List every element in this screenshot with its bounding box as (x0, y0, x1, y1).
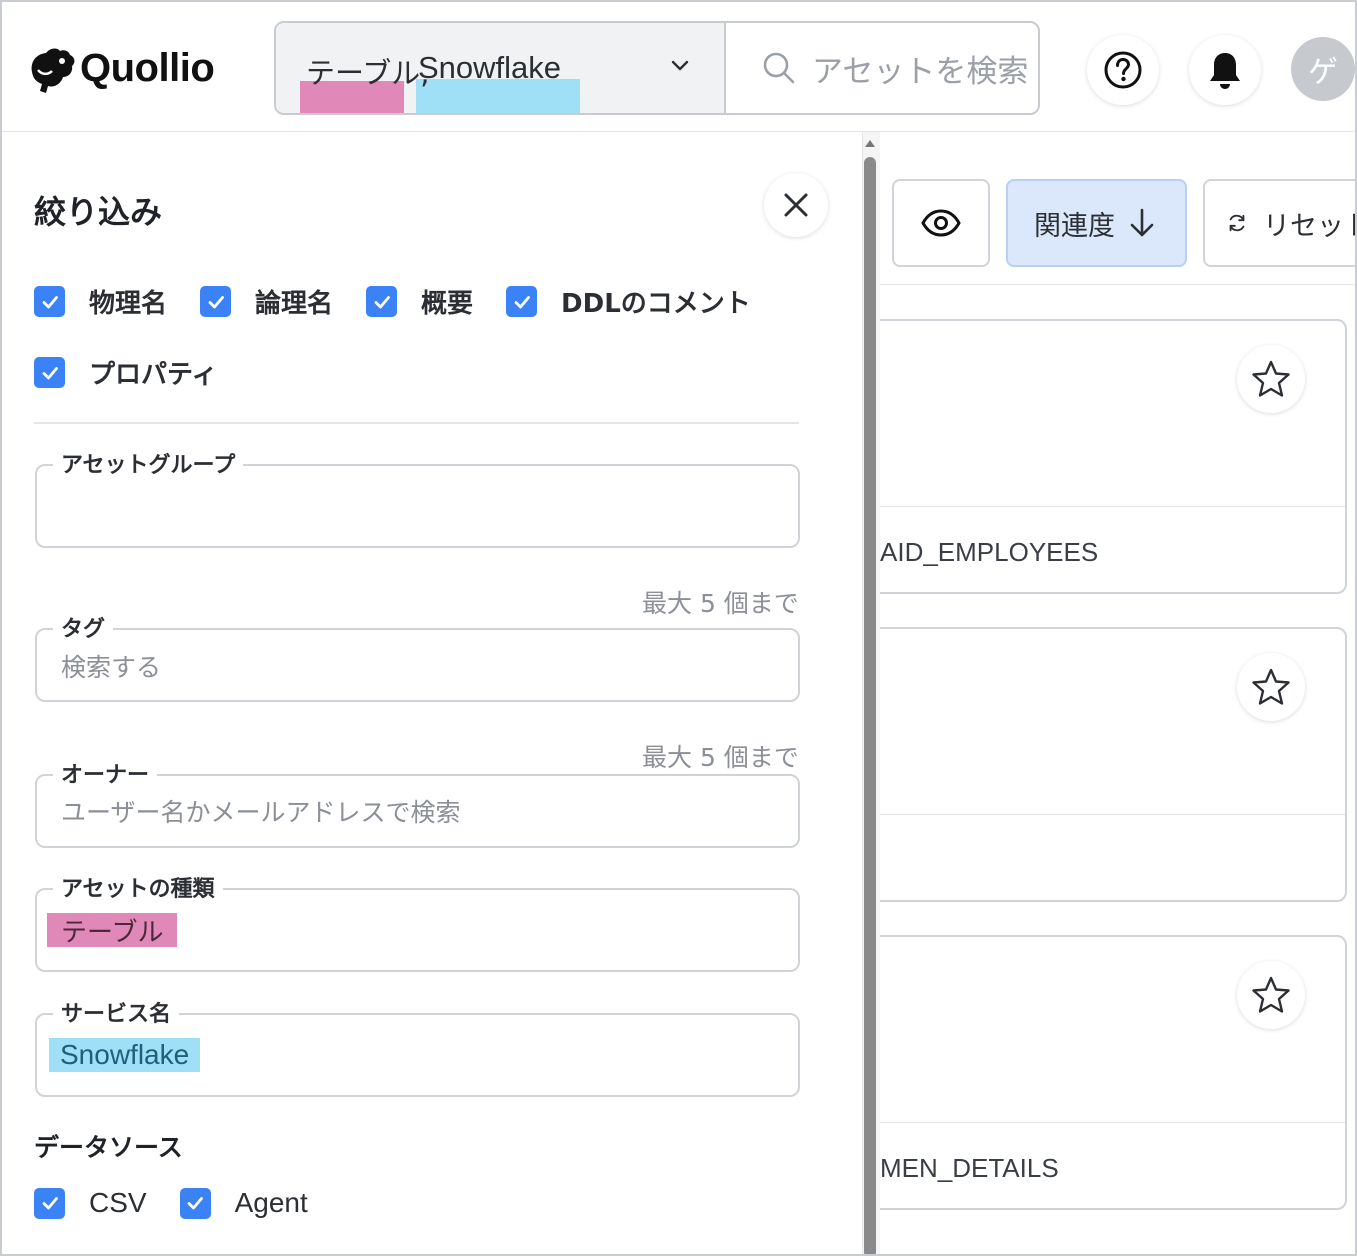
asset-group-field[interactable]: アセットグループ (35, 447, 800, 548)
favorite-button[interactable] (1237, 961, 1305, 1029)
quollio-logo-icon (31, 48, 75, 93)
chevron-down-icon (671, 60, 689, 71)
notification-button[interactable] (1189, 35, 1261, 105)
asset-type-field[interactable]: アセットの種類 テーブル (35, 871, 800, 972)
checkbox-agent[interactable] (179, 1187, 211, 1219)
panel-title: 絞り込み (34, 193, 163, 231)
card-divider (880, 1122, 1345, 1123)
filter-chip-asset-type: テーブル, (306, 56, 430, 90)
search-icon (763, 52, 795, 84)
field-label: タグ (53, 611, 114, 643)
close-icon (784, 193, 808, 217)
search-target-row: 物理名 論理名 概要 DDLのコメント (34, 283, 784, 320)
result-card[interactable] (880, 627, 1347, 902)
checkbox-label: プロパティ (89, 360, 218, 390)
checkbox-csv[interactable] (34, 1187, 65, 1219)
owner-field[interactable]: オーナー ユーザー名かメールアドレスで検索 (35, 757, 800, 848)
data-source-row: CSV Agent (34, 1187, 341, 1219)
search-target-row: プロパティ (34, 354, 250, 391)
result-card[interactable]: MEN_DETAILS (880, 935, 1347, 1210)
data-source-title: データソース (34, 1133, 183, 1162)
field-label: オーナー (53, 757, 158, 789)
scrollbar-thumb[interactable] (864, 157, 876, 1254)
service-name-value[interactable]: Snowflake (49, 1038, 201, 1072)
refresh-icon (1229, 214, 1245, 232)
field-label: アセットグループ (53, 447, 244, 479)
help-button[interactable] (1087, 35, 1159, 105)
asset-type-value[interactable]: テーブル (47, 913, 178, 948)
search-bar: テーブル, Snowflake アセットを検索 (274, 21, 1040, 115)
sort-label: 関連度 (1034, 210, 1115, 242)
star-icon (1252, 976, 1290, 1013)
check-icon (42, 1197, 58, 1210)
owner-limit-text: 最大 5 個まで (642, 743, 799, 772)
checkbox-label: 論理名 (255, 289, 334, 319)
bell-icon (1210, 53, 1240, 89)
scroll-up-arrow-icon[interactable] (865, 140, 875, 147)
reset-button[interactable]: リセット (1203, 179, 1355, 267)
filter-panel: 絞り込み 物理名 論理名 概要 DDLのコメント プロパティ アセットグループ … (4, 132, 862, 1254)
arrow-down-icon (1130, 208, 1154, 237)
app-window: Quollio テーブル, Snowflake アセットを検索 ゲ 絞り込み 物… (0, 0, 1357, 1256)
favorite-button[interactable] (1237, 345, 1305, 413)
toolbar-divider (880, 284, 1355, 285)
filter-chip-service: Snowflake (418, 50, 562, 85)
card-divider (880, 506, 1345, 507)
avatar[interactable]: ゲ (1291, 37, 1355, 101)
close-panel-button[interactable] (764, 173, 828, 237)
tag-field[interactable]: タグ 検索する (35, 611, 800, 702)
check-icon (187, 1197, 203, 1210)
checkbox-property[interactable] (34, 357, 65, 388)
logo-text: Quollio (80, 45, 215, 90)
check-icon (42, 295, 58, 308)
checkbox-physical-name[interactable] (34, 286, 65, 317)
check-icon (514, 295, 530, 308)
checkbox-logical-name[interactable] (200, 286, 232, 317)
check-icon (208, 295, 224, 308)
results-area: 関連度 リセット AID_EMPLOYEES (880, 132, 1355, 1254)
checkbox-label: Agent (234, 1187, 308, 1218)
reset-label: リセット (1263, 210, 1355, 242)
star-icon (1252, 360, 1290, 397)
checkbox-overview[interactable] (366, 286, 398, 317)
checkbox-ddl-comment[interactable] (506, 286, 538, 317)
favorite-button[interactable] (1237, 653, 1305, 721)
result-name[interactable]: AID_EMPLOYEES (880, 537, 1098, 568)
card-divider (880, 814, 1345, 815)
search-placeholder: アセットを検索 (812, 53, 1029, 90)
tag-search-input[interactable]: 検索する (61, 648, 161, 684)
owner-search-input[interactable]: ユーザー名かメールアドレスで検索 (61, 793, 461, 829)
asset-search-input[interactable]: アセットを検索 (728, 23, 1038, 113)
question-circle-icon (1104, 51, 1142, 89)
result-card[interactable]: AID_EMPLOYEES (880, 319, 1347, 594)
checkbox-label: 概要 (421, 289, 474, 319)
check-icon (374, 295, 390, 308)
check-icon (42, 366, 58, 379)
checkbox-label: DDLのコメント (561, 289, 751, 319)
field-label: サービス名 (53, 996, 180, 1028)
field-label: アセットの種類 (53, 871, 223, 903)
logo[interactable]: Quollio (24, 42, 215, 94)
divider (34, 422, 799, 424)
checkbox-label: 物理名 (89, 289, 168, 319)
service-name-field[interactable]: サービス名 Snowflake (35, 996, 800, 1097)
filter-summary-select[interactable]: テーブル, Snowflake (276, 23, 726, 113)
top-header: Quollio テーブル, Snowflake アセットを検索 ゲ (2, 2, 1355, 132)
checkbox-label: CSV (89, 1187, 147, 1218)
tag-limit-text: 最大 5 個まで (642, 589, 799, 618)
result-name[interactable]: MEN_DETAILS (880, 1153, 1059, 1184)
eye-icon (921, 209, 961, 237)
sort-relevance-button[interactable]: 関連度 (1006, 179, 1187, 267)
visibility-button[interactable] (892, 179, 990, 267)
star-icon (1252, 668, 1290, 705)
